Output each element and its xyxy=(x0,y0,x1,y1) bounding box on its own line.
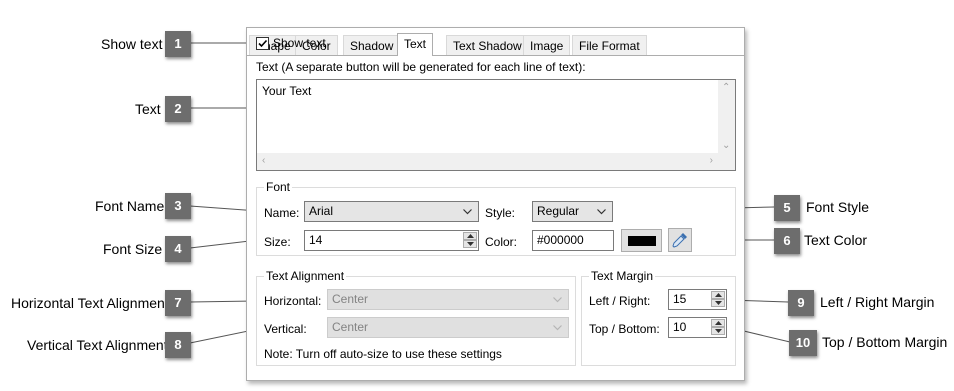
scroll-left-icon[interactable]: ‹ xyxy=(262,156,265,166)
font-size-spinner[interactable] xyxy=(463,232,477,249)
font-name-value: Arial xyxy=(309,204,334,218)
textarea-vertical-scrollbar[interactable]: ⌃ ⌄ xyxy=(718,80,735,153)
callout-marker-8: 8 xyxy=(165,332,191,358)
textarea-horizontal-scrollbar[interactable]: ‹ › xyxy=(257,153,735,170)
font-name-label: Name: xyxy=(264,206,300,220)
font-style-value: Regular xyxy=(537,204,580,218)
triangle-up-icon xyxy=(715,321,722,325)
color-swatch-button[interactable] xyxy=(621,229,662,252)
tab-image[interactable]: Image xyxy=(523,35,571,56)
callout-label-horizontal-alignment: Horizontal Text Alignment xyxy=(11,295,169,311)
spin-down-button[interactable] xyxy=(463,240,477,248)
horizontal-alignment-value: Center xyxy=(332,292,369,306)
show-text-label[interactable]: Show text xyxy=(273,36,326,50)
callout-marker-9: 9 xyxy=(788,290,814,316)
left-right-label: Left / Right: xyxy=(589,294,651,308)
font-size-label: Size: xyxy=(264,235,291,249)
chevron-down-icon xyxy=(597,209,606,215)
top-bottom-spinner[interactable] xyxy=(711,319,725,336)
vertical-alignment-value: Center xyxy=(332,320,369,334)
alignment-note: Note: Turn off auto-size to use these se… xyxy=(264,347,502,361)
tab-text-shadow[interactable]: Text Shadow xyxy=(446,35,529,56)
callout-label-font-name: Font Name xyxy=(95,198,165,214)
font-size-input[interactable]: 14 xyxy=(304,230,479,251)
font-color-input[interactable]: #000000 xyxy=(532,230,614,251)
vertical-label: Vertical: xyxy=(264,322,307,336)
scroll-down-icon[interactable]: ⌄ xyxy=(722,141,730,151)
callout-marker-4: 4 xyxy=(165,236,191,262)
text-settings-dialog: Shape Color Shadow Text Text Shadow Imag… xyxy=(246,27,745,381)
spin-up-button[interactable] xyxy=(711,319,725,327)
triangle-up-icon xyxy=(467,234,474,238)
left-right-margin-input[interactable]: 15 xyxy=(668,289,727,310)
callout-label-show-text: Show text xyxy=(101,36,163,52)
font-size-value: 14 xyxy=(309,233,323,247)
text-label: Text (A separate button will be generate… xyxy=(256,60,586,74)
eyedropper-icon xyxy=(672,233,687,248)
spin-up-button[interactable] xyxy=(463,232,477,240)
font-style-select[interactable]: Regular xyxy=(532,201,613,222)
horizontal-alignment-select[interactable]: Center xyxy=(327,289,569,310)
callout-marker-5: 5 xyxy=(774,195,800,221)
chevron-down-icon xyxy=(463,209,472,215)
callout-marker-2: 2 xyxy=(165,96,191,122)
spin-down-button[interactable] xyxy=(711,327,725,335)
font-color-value: #000000 xyxy=(537,233,584,247)
callout-label-vertical-alignment: Vertical Text Alignment xyxy=(27,337,168,353)
font-group: Font Name: Arial Style: Regular Size: 14… xyxy=(256,180,736,256)
triangle-down-icon xyxy=(715,301,722,305)
text-input-value: Your Text xyxy=(262,84,312,98)
callout-label-text-color: Text Color xyxy=(804,232,868,248)
font-name-select[interactable]: Arial xyxy=(304,201,479,222)
font-group-title: Font xyxy=(264,180,293,194)
callout-marker-6: 6 xyxy=(774,228,800,254)
callout-marker-7: 7 xyxy=(165,290,191,316)
tab-text[interactable]: Text xyxy=(397,33,434,56)
horizontal-label: Horizontal: xyxy=(264,294,322,308)
show-text-checkbox[interactable] xyxy=(256,37,269,50)
text-input[interactable]: Your Text ⌃ ⌄ ‹ › xyxy=(256,79,736,171)
text-alignment-group: Text Alignment Horizontal: Center Vertic… xyxy=(256,269,576,366)
triangle-down-icon xyxy=(467,242,474,246)
callout-label-text: Text xyxy=(135,101,161,117)
chevron-down-icon xyxy=(553,297,562,303)
eyedropper-button[interactable] xyxy=(668,228,692,252)
font-style-label: Style: xyxy=(485,206,516,220)
triangle-up-icon xyxy=(715,293,722,297)
top-bottom-margin-input[interactable]: 10 xyxy=(668,317,727,338)
check-icon xyxy=(258,39,268,48)
triangle-down-icon xyxy=(715,329,722,333)
color-swatch xyxy=(628,236,656,246)
font-color-label: Color: xyxy=(485,235,518,249)
tab-strip-divider xyxy=(247,55,744,56)
spin-up-button[interactable] xyxy=(711,291,725,299)
scroll-right-icon[interactable]: › xyxy=(710,156,713,166)
top-bottom-margin-value: 10 xyxy=(673,320,687,334)
callout-label-lr-margin: Left / Right Margin xyxy=(820,294,935,310)
text-margin-group: Text Margin Left / Right: 15 Top / Botto… xyxy=(581,269,736,366)
spin-down-button[interactable] xyxy=(711,299,725,307)
scroll-up-icon[interactable]: ⌃ xyxy=(722,83,730,93)
left-right-margin-value: 15 xyxy=(673,292,687,306)
callout-marker-10: 10 xyxy=(789,330,817,356)
top-bottom-label: Top / Bottom: xyxy=(589,322,660,336)
tab-shadow[interactable]: Shadow xyxy=(343,35,401,56)
chevron-down-icon xyxy=(553,325,562,331)
callout-marker-3: 3 xyxy=(165,193,191,219)
left-right-spinner[interactable] xyxy=(711,291,725,308)
callout-label-font-style: Font Style xyxy=(806,199,870,215)
callout-marker-1: 1 xyxy=(165,31,191,57)
text-margin-title: Text Margin xyxy=(589,269,656,283)
vertical-alignment-select[interactable]: Center xyxy=(327,317,569,338)
text-alignment-title: Text Alignment xyxy=(264,269,347,283)
callout-label-tb-margin: Top / Bottom Margin xyxy=(822,334,948,350)
tab-file-format[interactable]: File Format xyxy=(572,35,647,56)
callout-label-font-size: Font Size xyxy=(103,241,163,257)
